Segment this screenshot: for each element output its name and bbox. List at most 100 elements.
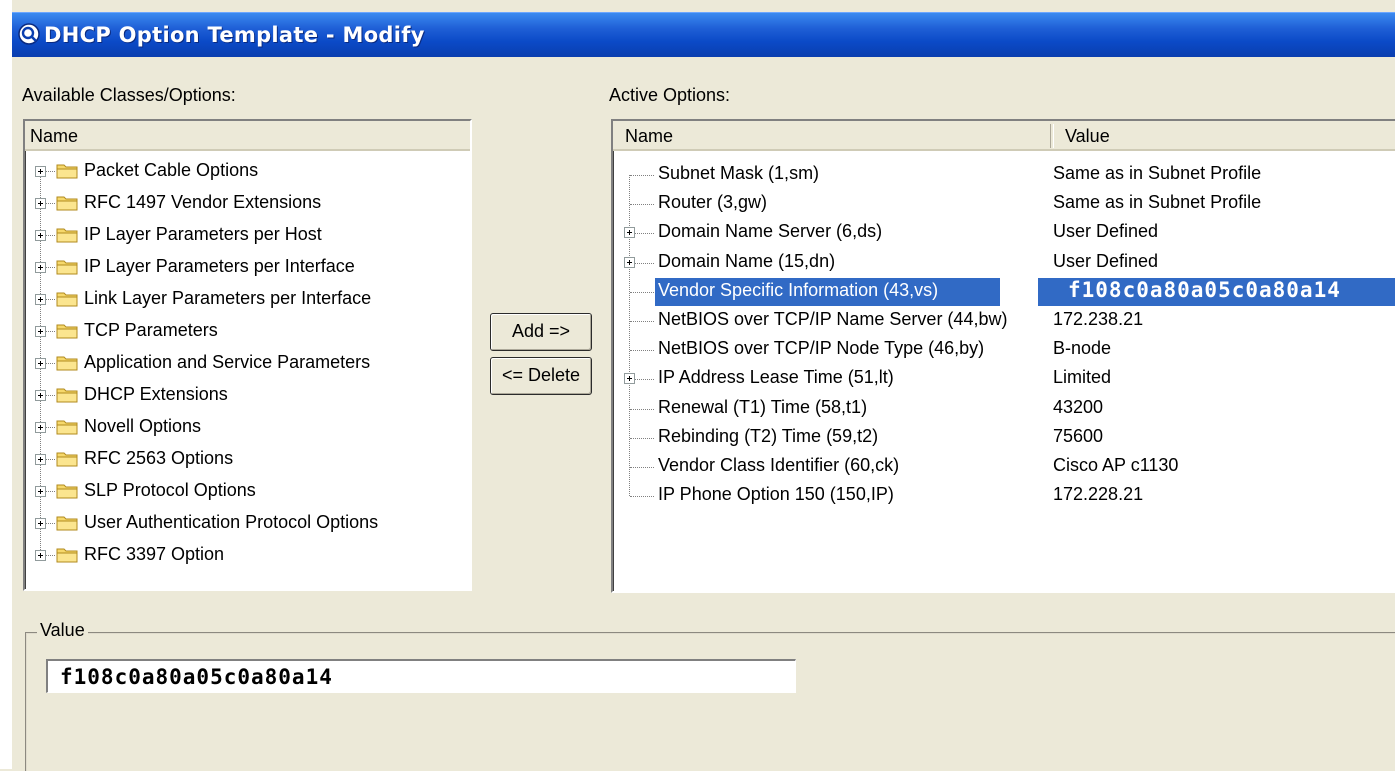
expand-icon[interactable] bbox=[35, 486, 46, 497]
tree-branch-line bbox=[46, 459, 55, 460]
available-options-tree[interactable]: Name Packet Cable Options RFC 1497 Vendor… bbox=[23, 119, 472, 591]
expand-icon[interactable] bbox=[35, 198, 46, 209]
tree-item-label: SLP Protocol Options bbox=[84, 480, 256, 500]
tree-item[interactable]: IP Layer Parameters per Interface bbox=[25, 250, 465, 282]
expand-icon[interactable] bbox=[35, 358, 46, 369]
active-options-list[interactable]: Name Value Subnet Mask (1,sm) Same as in … bbox=[611, 119, 1395, 593]
tree-branch-line bbox=[46, 331, 55, 332]
tree-item[interactable]: User Authentication Protocol Options bbox=[25, 506, 465, 538]
value-group-label: Value bbox=[37, 620, 88, 641]
option-name: Rebinding (T2) Time (59,t2) bbox=[658, 425, 879, 446]
tree-item[interactable]: Application and Service Parameters bbox=[25, 346, 465, 378]
tree-item-label: RFC 3397 Option bbox=[84, 544, 225, 564]
active-list-header: Name Value bbox=[613, 121, 1395, 151]
title-bar[interactable]: DHCP Option Template - Modify bbox=[12, 12, 1395, 57]
option-value: User Defined bbox=[1053, 250, 1159, 271]
tree-item-label: Novell Options bbox=[84, 416, 202, 436]
option-row[interactable]: Vendor Class Identifier (60,ck) Cisco AP … bbox=[613, 453, 1395, 482]
tree-item-label: TCP Parameters bbox=[84, 320, 218, 340]
option-value: Same as in Subnet Profile bbox=[1053, 192, 1262, 213]
option-value: 43200 bbox=[1053, 396, 1104, 417]
option-value: 172.238.21 bbox=[1053, 309, 1144, 329]
tree-item[interactable]: Link Layer Parameters per Interface bbox=[25, 282, 465, 314]
tree-item[interactable]: SLP Protocol Options bbox=[25, 474, 465, 506]
folder-icon bbox=[56, 164, 78, 179]
folder-icon bbox=[56, 420, 78, 435]
option-row[interactable]: Domain Name Server (6,ds) User Defined bbox=[613, 219, 1395, 248]
tree-branch-line bbox=[630, 291, 654, 293]
column-header-value[interactable]: Value bbox=[1065, 126, 1110, 147]
tree-item-label: IP Layer Parameters per Interface bbox=[84, 256, 355, 276]
option-name: Router (3,gw) bbox=[658, 192, 768, 213]
tree-item[interactable]: TCP Parameters bbox=[25, 314, 465, 346]
tree-branch-line bbox=[46, 523, 55, 524]
option-row[interactable]: IP Address Lease Time (51,lt) Limited bbox=[613, 365, 1395, 394]
expand-icon[interactable] bbox=[35, 550, 46, 561]
expand-icon[interactable] bbox=[35, 390, 46, 401]
option-row[interactable]: IP Phone Option 150 (150,IP) 172.228.21 bbox=[613, 482, 1395, 511]
option-row[interactable]: Rebinding (T2) Time (59,t2) 75600 bbox=[613, 424, 1395, 453]
option-value: Cisco AP c1130 bbox=[1053, 455, 1179, 475]
expand-icon[interactable] bbox=[35, 518, 46, 529]
tree-branch-line bbox=[46, 171, 55, 172]
option-value: Same as in Subnet Profile bbox=[1053, 163, 1262, 183]
expand-icon[interactable] bbox=[35, 454, 46, 465]
expand-icon[interactable] bbox=[35, 166, 46, 177]
tree-branch-line bbox=[46, 491, 55, 492]
expand-icon[interactable] bbox=[624, 256, 635, 268]
tree-branch-line bbox=[46, 267, 55, 268]
folder-icon bbox=[56, 388, 78, 403]
option-row[interactable]: Router (3,gw) Same as in Subnet Profile bbox=[613, 190, 1395, 219]
expand-icon[interactable] bbox=[35, 422, 46, 433]
available-label: Available Classes/Options: bbox=[22, 85, 236, 105]
tree-item[interactable]: RFC 3397 Option bbox=[25, 538, 465, 570]
option-row[interactable]: NetBIOS over TCP/IP Name Server (44,bw) 1… bbox=[613, 307, 1395, 336]
option-name: Subnet Mask (1,sm) bbox=[658, 163, 820, 183]
expand-icon[interactable] bbox=[35, 230, 46, 241]
tree-item[interactable]: IP Layer Parameters per Host bbox=[25, 218, 465, 250]
option-name: Domain Name (15,dn) bbox=[658, 250, 836, 271]
delete-button[interactable]: <= Delete bbox=[490, 357, 592, 395]
column-separator[interactable] bbox=[1050, 124, 1054, 148]
option-value: User Defined bbox=[1053, 221, 1159, 242]
delete-button-label: <= Delete bbox=[501, 365, 581, 385]
tree-item-label: RFC 2563 Options bbox=[84, 448, 234, 468]
option-row[interactable]: Vendor Specific Information (43,vs) f108c… bbox=[613, 277, 1395, 307]
expand-icon[interactable] bbox=[35, 262, 46, 273]
option-name: Vendor Specific Information (43,vs) bbox=[658, 279, 939, 300]
tree-item-label: Packet Cable Options bbox=[84, 160, 259, 180]
column-header-name[interactable]: Name bbox=[30, 126, 78, 147]
tree-item[interactable]: RFC 2563 Options bbox=[25, 442, 465, 474]
tree-item-label: IP Layer Parameters per Host bbox=[84, 224, 322, 244]
tree-item-label: Application and Service Parameters bbox=[84, 352, 371, 372]
expand-icon[interactable] bbox=[624, 373, 635, 385]
column-header-name[interactable]: Name bbox=[625, 126, 673, 147]
tree-item-label: Link Layer Parameters per Interface bbox=[84, 288, 372, 308]
option-row[interactable]: Subnet Mask (1,sm) Same as in Subnet Prof… bbox=[613, 161, 1395, 190]
expand-icon[interactable] bbox=[35, 326, 46, 337]
expand-icon[interactable] bbox=[35, 294, 46, 305]
folder-icon bbox=[56, 196, 78, 211]
folder-icon bbox=[56, 452, 78, 467]
folder-icon bbox=[56, 548, 78, 563]
tree-item[interactable]: Novell Options bbox=[25, 410, 465, 442]
add-button[interactable]: Add => bbox=[490, 313, 592, 351]
option-row[interactable]: NetBIOS over TCP/IP Node Type (46,by) B-n… bbox=[613, 336, 1395, 365]
value-field[interactable]: f108c0a80a05c0a80a14 bbox=[46, 659, 796, 693]
option-value: f108c0a80a05c0a80a14 bbox=[1068, 277, 1341, 302]
tree-branch-line bbox=[630, 467, 654, 468]
app-icon bbox=[18, 23, 40, 45]
tree-item[interactable]: DHCP Extensions bbox=[25, 378, 465, 410]
add-button-label: Add => bbox=[511, 321, 571, 341]
value-field-text: f108c0a80a05c0a80a14 bbox=[60, 665, 333, 689]
option-row[interactable]: Renewal (T1) Time (58,t1) 43200 bbox=[613, 395, 1395, 424]
tree-branch-line bbox=[630, 350, 654, 352]
option-name: Renewal (T1) Time (58,t1) bbox=[658, 396, 868, 417]
tree-item[interactable]: Packet Cable Options bbox=[25, 154, 465, 186]
tree-branch-line bbox=[630, 408, 654, 410]
option-row[interactable]: Domain Name (15,dn) User Defined bbox=[613, 249, 1395, 278]
tree-branch-line bbox=[630, 321, 654, 322]
expand-icon[interactable] bbox=[624, 227, 635, 239]
option-name: NetBIOS over TCP/IP Node Type (46,by) bbox=[658, 338, 985, 359]
tree-item[interactable]: RFC 1497 Vendor Extensions bbox=[25, 186, 465, 218]
